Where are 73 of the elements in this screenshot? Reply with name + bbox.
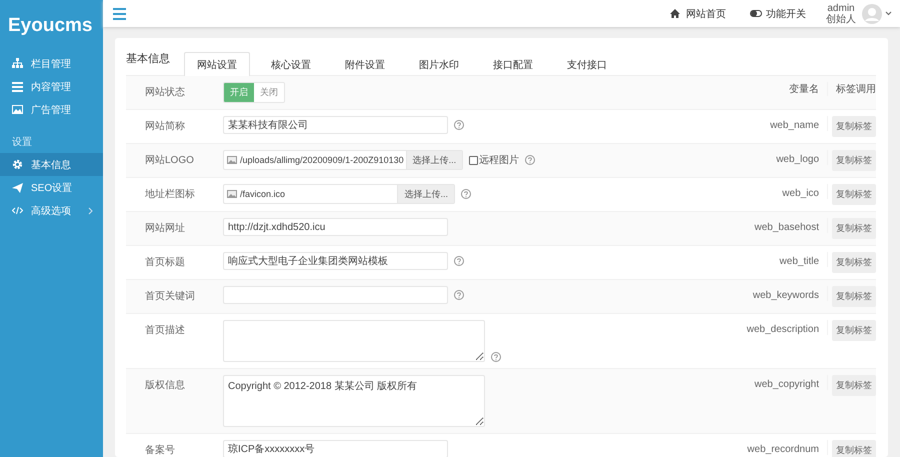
- text-field[interactable]: http://dzjt.xdhd520.icu: [223, 218, 448, 236]
- upload-button[interactable]: 选择上传...: [397, 185, 454, 203]
- variable-name: web_title: [709, 252, 828, 267]
- text-field[interactable]: 琼ICP备xxxxxxxx号: [223, 440, 448, 457]
- upload-field[interactable]: /favicon.ico 选择上传...: [223, 184, 455, 204]
- nav-link[interactable]: 网站首页: [670, 6, 726, 20]
- variable-name: web_ico: [709, 184, 828, 199]
- field-label: 首页关键词: [144, 290, 196, 303]
- upload-path: /favicon.ico: [240, 189, 286, 199]
- sidebar-section-title: 设置: [11, 136, 33, 150]
- text-field[interactable]: 响应式大型电子企业集团类网站模板: [223, 252, 448, 270]
- avatar-icon[interactable]: [862, 4, 882, 24]
- tab[interactable]: 图片水印: [406, 52, 472, 76]
- image-icon: [227, 156, 237, 164]
- variable-name: web_recordnum: [709, 440, 828, 455]
- field-label: 网站状态: [144, 86, 186, 99]
- caret-icon: [885, 11, 892, 16]
- variable-name: web_basehost: [709, 218, 828, 233]
- field-label: 网站LOGO: [144, 154, 195, 167]
- text-area[interactable]: [223, 320, 485, 362]
- checkbox-label[interactable]: 远程图片: [479, 153, 520, 167]
- copy-tag-button[interactable]: 复制标签: [832, 320, 876, 341]
- copy-tag-button[interactable]: 复制标签: [832, 375, 876, 396]
- copy-tag-button[interactable]: 复制标签: [832, 184, 876, 205]
- variable-name: web_keywords: [709, 286, 828, 301]
- field-label: 首页标题: [144, 256, 186, 269]
- variable-name: web_name: [709, 116, 828, 131]
- menu-icon[interactable]: [113, 8, 126, 20]
- field-label: 网站网址: [144, 222, 186, 235]
- copy-tag-button[interactable]: 复制标签: [832, 440, 876, 457]
- column-header: 标签调用: [836, 82, 876, 96]
- code-icon: [12, 205, 23, 216]
- tab[interactable]: 核心设置: [258, 52, 324, 76]
- variable-name: web_description: [709, 320, 828, 335]
- sidebar-item[interactable]: 基本信息: [0, 153, 103, 176]
- user-role: 创始人: [826, 14, 856, 24]
- text-area[interactable]: Copyright © 2012-2018 某某公司 版权所有: [223, 375, 485, 427]
- field-label: 网站简称: [144, 120, 186, 133]
- upload-path: /uploads/allimg/20200909/1-200Z910130: [240, 155, 404, 165]
- copy-tag-button[interactable]: 复制标签: [832, 218, 876, 239]
- image-icon: [227, 190, 237, 198]
- upload-field[interactable]: /uploads/allimg/20200909/1-200Z910130 选择上传...: [223, 150, 464, 170]
- sitemap-icon: [12, 58, 23, 69]
- copy-tag-button[interactable]: 复制标签: [832, 150, 876, 171]
- copy-tag-button[interactable]: 复制标签: [832, 116, 876, 137]
- tab[interactable]: 接口配置: [480, 52, 546, 76]
- toggle-icon: [750, 8, 762, 18]
- variable-name: web_copyright: [709, 375, 828, 390]
- field-label: 版权信息: [144, 378, 186, 392]
- gear-icon: [12, 159, 23, 170]
- logo: Eyoucms: [7, 14, 94, 38]
- switch-option[interactable]: 关闭: [254, 83, 284, 102]
- tab[interactable]: 附件设置: [332, 52, 398, 76]
- variable-name: web_logo: [709, 150, 828, 165]
- paper-plane-icon: [12, 182, 23, 193]
- image-icon: [12, 104, 23, 115]
- text-field[interactable]: 某某科技有限公司: [223, 116, 448, 134]
- tab[interactable]: 网站设置: [184, 52, 250, 76]
- field-label: 备案号: [144, 444, 176, 457]
- card-title: 基本信息: [126, 52, 171, 67]
- copy-tag-button[interactable]: 复制标签: [832, 252, 876, 273]
- upload-button[interactable]: 选择上传...: [406, 151, 462, 169]
- nav-link[interactable]: 功能开关: [750, 6, 806, 20]
- field-label: 地址栏图标: [144, 188, 196, 201]
- column-header: 变量名: [709, 82, 828, 96]
- copy-tag-button[interactable]: 复制标签: [832, 286, 876, 307]
- checkbox[interactable]: [469, 156, 478, 164]
- field-label: 首页描述: [144, 324, 186, 337]
- user-name: admin: [827, 2, 855, 14]
- home-icon: [670, 8, 682, 18]
- list-icon: [12, 81, 23, 92]
- text-field[interactable]: [223, 286, 448, 304]
- tab[interactable]: 支付接口: [554, 52, 620, 76]
